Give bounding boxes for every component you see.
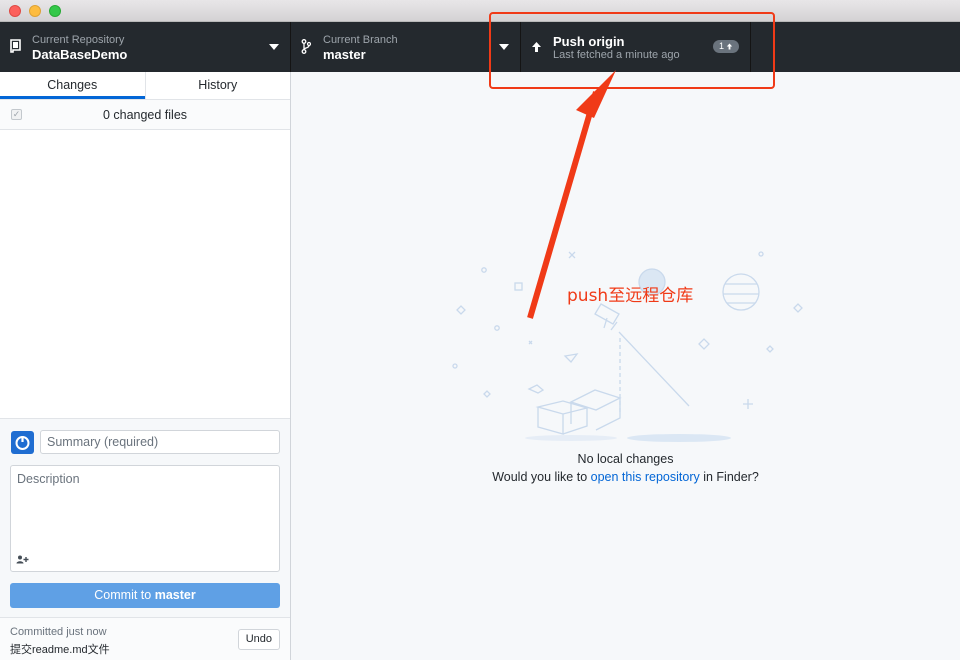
current-repository-name: DataBaseDemo [32,47,128,62]
last-commit-panel: Committed just now 提交readme.md文件 Undo [0,617,290,660]
commit-button-prefix: Commit to [94,588,155,602]
sidebar: Changes History ✓ 0 changed files Commit… [0,72,291,660]
description-input[interactable] [10,465,280,572]
prompt-text-before: Would you like to [492,470,591,484]
current-repository-label: Current Repository [32,34,125,46]
tab-history[interactable]: History [144,72,291,99]
window-titlebar [0,0,960,22]
no-local-changes-title: No local changes [577,452,674,466]
last-commit-time: Committed just now [10,626,107,638]
branch-icon [301,39,312,59]
repository-icon [10,39,22,59]
chevron-down-icon [269,44,279,50]
changed-files-count: 0 changed files [102,108,188,122]
prompt-text-after: in Finder? [699,470,759,484]
open-repo-prompt: Would you like to open this repository i… [291,470,960,484]
current-branch-dropdown[interactable]: Current Branch master [291,22,521,72]
summary-input[interactable] [40,430,280,454]
commit-button-branch: master [154,588,196,602]
tab-changes[interactable]: Changes [0,72,145,99]
last-commit-message: 提交readme.md文件 [10,644,110,656]
close-window-button[interactable] [9,5,21,17]
commit-button[interactable]: Commit to master [10,583,280,608]
current-branch-label: Current Branch [323,34,398,46]
current-branch-name: master [323,47,366,62]
commit-message-area: Commit to master [0,418,290,618]
annotation-label: push至远程仓库 [567,286,694,306]
app-toolbar: Current Repository DataBaseDemo Current … [0,22,960,72]
add-coauthor-icon[interactable] [16,555,29,567]
avatar [11,431,34,454]
minimize-window-button[interactable] [29,5,41,17]
changed-files-header: ✓ 0 changed files [0,100,290,130]
current-repository-dropdown[interactable]: Current Repository DataBaseDemo [0,22,291,72]
sidebar-tabs: Changes History [0,72,290,100]
undo-button[interactable]: Undo [237,629,280,650]
maximize-window-button[interactable] [49,5,61,17]
open-repository-link[interactable]: open this repository [591,470,700,484]
